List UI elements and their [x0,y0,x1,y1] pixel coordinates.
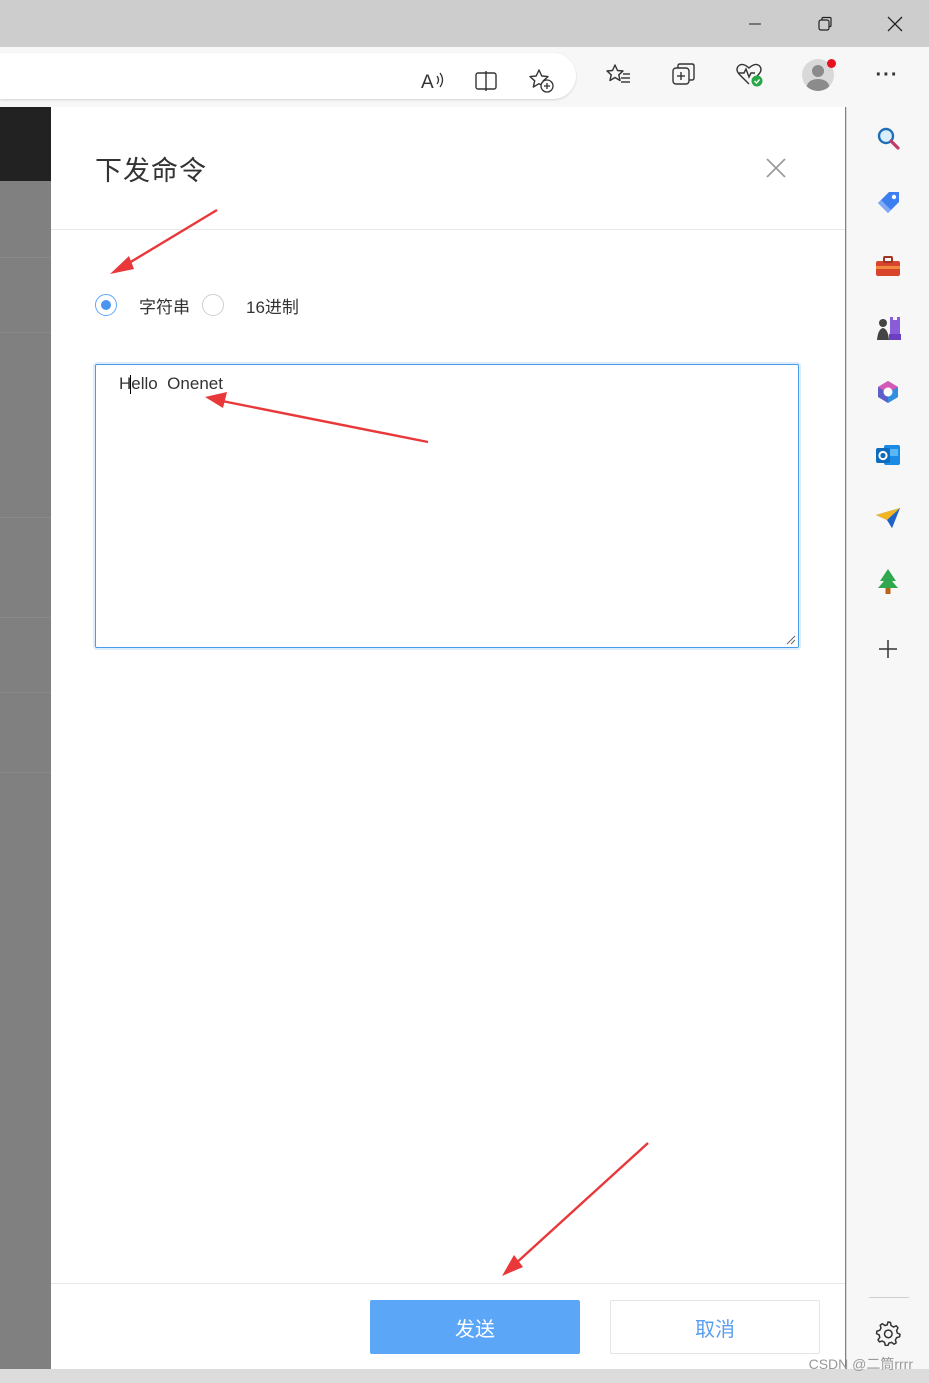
radio-hex-label[interactable]: 16进制 [246,293,299,318]
footer-divider [51,1283,845,1284]
add-favorite-icon[interactable] [524,64,558,98]
page-row-divider [0,257,51,258]
browser-essentials-icon[interactable] [733,58,767,92]
format-radio-group: 字符串 16进制 [95,291,311,319]
header-divider [51,229,845,230]
notification-dot [827,59,836,68]
window-bottom-edge [0,1369,929,1383]
text-caret [130,375,131,394]
send-button[interactable]: 发送 [370,1300,580,1354]
svg-text:A: A [421,72,434,92]
page-row-divider [0,692,51,693]
favorites-icon[interactable] [601,58,635,92]
radio-string[interactable] [95,294,117,316]
sidebar-divider [869,1297,909,1298]
search-icon[interactable] [873,123,903,153]
page-row-divider [0,772,51,773]
dialog-title: 下发命令 [95,156,207,186]
command-text: Hello Onenet [119,374,223,393]
tree-icon[interactable] [873,566,903,596]
send-icon[interactable] [873,503,903,533]
tools-icon[interactable] [873,251,903,281]
radio-hex[interactable] [202,294,224,316]
resize-grip-icon[interactable] [786,635,796,645]
add-icon[interactable] [873,634,903,664]
edge-sidebar [846,107,929,1369]
page-row-divider [0,617,51,618]
command-textarea[interactable]: Hello Onenet [95,364,799,648]
games-icon[interactable] [873,314,903,344]
address-bar[interactable]: A [0,53,576,99]
shopping-tag-icon[interactable] [873,187,903,217]
title-bar [0,0,929,47]
more-menu-glyph: ··· [875,63,899,86]
collections-icon[interactable] [667,58,701,92]
microsoft-365-icon[interactable] [873,377,903,407]
read-aloud-icon[interactable]: A [416,64,450,98]
close-icon[interactable] [872,0,918,47]
outlook-icon[interactable] [873,440,903,470]
minimize-icon[interactable] [732,0,778,47]
settings-icon[interactable] [873,1318,903,1348]
more-menu-icon[interactable]: ··· [870,58,904,92]
split-screen-icon[interactable] [469,64,503,98]
send-command-dialog: 下发命令 字符串 16进制 Hello Onenet 发送 取消 [51,107,845,1369]
dialog-close-icon[interactable] [763,155,789,181]
page-row-divider [0,517,51,518]
radio-string-label[interactable]: 字符串 [139,293,190,318]
page-row-divider [0,332,51,333]
cancel-button[interactable]: 取消 [610,1300,820,1354]
csdn-watermark: CSDN @二筒rrrr [808,1356,913,1372]
browser-toolbar: A ··· [0,47,929,108]
restore-icon[interactable] [802,0,848,47]
page-header-strip [0,107,51,181]
